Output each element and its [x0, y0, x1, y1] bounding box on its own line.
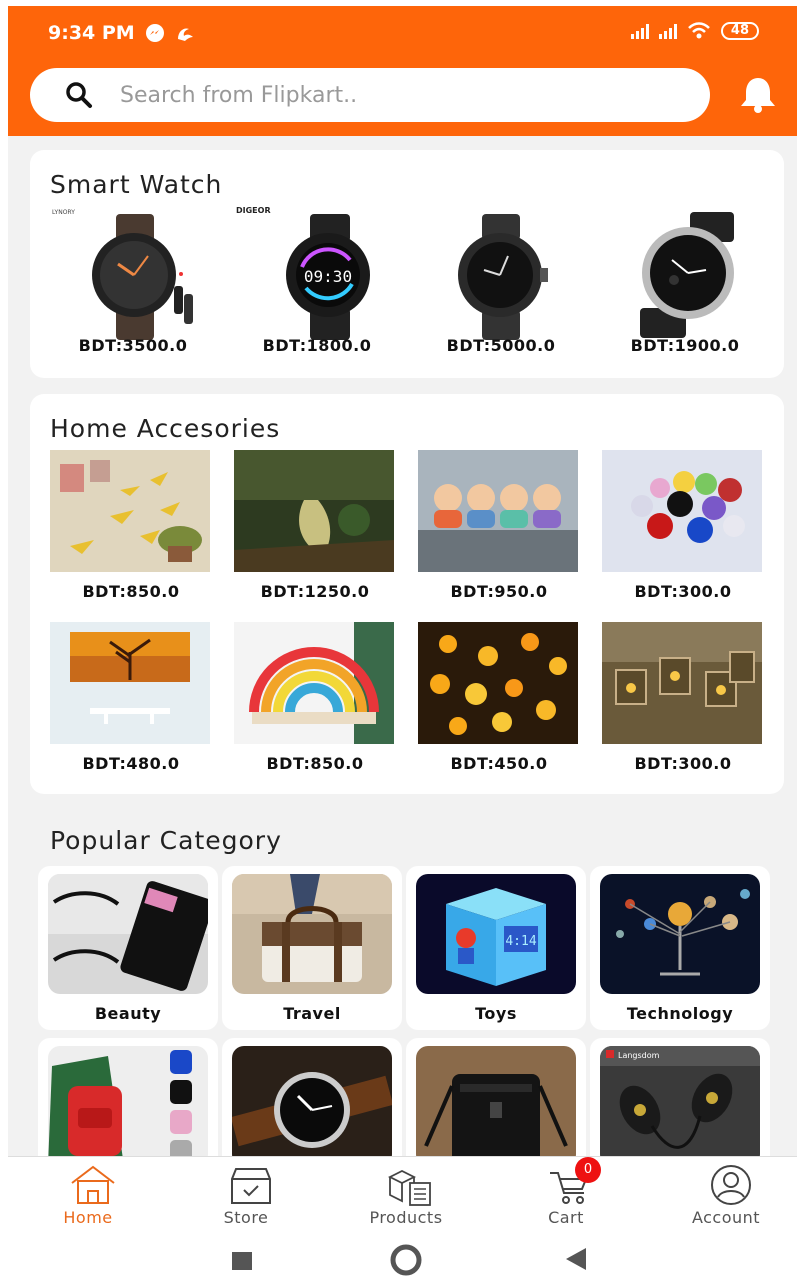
category-image	[48, 1046, 208, 1156]
signal-icon-2	[658, 23, 677, 39]
nav-item-cart[interactable]: 0 Cart	[506, 1157, 626, 1233]
status-time: 9:34 PM	[48, 22, 135, 44]
category-label: Toys	[475, 1004, 517, 1023]
category-card-travel[interactable]: Travel	[222, 866, 402, 1030]
uc-browser-icon	[177, 28, 193, 41]
category-card-technology[interactable]: Technology	[590, 866, 770, 1030]
system-navigation-bar	[8, 1232, 797, 1279]
search-bar[interactable]: Search from Flipkart..	[30, 68, 710, 122]
product-card-home-1[interactable]: BDT:850.0	[50, 450, 212, 601]
product-card-home-5[interactable]: BDT:480.0	[50, 622, 212, 773]
product-price: BDT:300.0	[634, 582, 732, 601]
nav-item-account[interactable]: Account	[666, 1157, 786, 1233]
smart-watch-section: Smart Watch LYNORY BDT:3500.0 DIGEOR 09:…	[30, 150, 784, 378]
category-card-earphones[interactable]: Langsdom	[590, 1038, 770, 1156]
cart-count-badge: 0	[575, 1157, 601, 1183]
signal-icon	[630, 23, 649, 39]
earphone-brand-label: Langsdom	[618, 1051, 660, 1060]
wifi-icon	[688, 22, 710, 39]
category-image	[232, 874, 392, 994]
status-bar-left: 9:34 PM	[48, 22, 197, 44]
product-card-home-3[interactable]: BDT:950.0	[418, 450, 580, 601]
product-card-home-6[interactable]: BDT:850.0	[234, 622, 396, 773]
products-icon	[387, 1169, 431, 1206]
product-price: BDT:1250.0	[260, 582, 370, 601]
product-price: BDT:1900.0	[630, 336, 740, 355]
store-box-icon	[231, 1168, 271, 1204]
home-content: Smart Watch LYNORY BDT:3500.0 DIGEOR 09:…	[8, 136, 797, 1156]
product-card-home-7[interactable]: BDT:450.0	[418, 622, 580, 773]
product-card-home-4[interactable]: BDT:300.0	[602, 450, 764, 601]
category-label: Beauty	[94, 1004, 162, 1023]
product-price: BDT:3500.0	[78, 336, 188, 355]
product-price: BDT:1800.0	[262, 336, 372, 355]
product-image	[50, 622, 210, 744]
product-card-watch-1[interactable]: LYNORY BDT:3500.0	[48, 206, 218, 366]
product-image	[602, 622, 762, 744]
account-icon	[711, 1165, 751, 1205]
product-price: BDT:850.0	[266, 754, 364, 773]
notification-bell-icon[interactable]	[736, 76, 780, 114]
nav-item-home[interactable]: Home	[28, 1157, 148, 1233]
home-icon	[71, 1165, 115, 1204]
home-accessories-section: Home Accesories BDT:850.0 BDT:1250.0 BDT…	[30, 394, 784, 794]
category-card-watches[interactable]	[222, 1038, 402, 1156]
nav-item-store[interactable]: Store	[186, 1157, 306, 1233]
product-image	[602, 450, 762, 572]
status-bar-right: 48	[630, 22, 759, 40]
category-label: Technology	[626, 1004, 734, 1023]
section-title-smart-watch: Smart Watch	[50, 170, 223, 199]
nav-label: Cart	[548, 1208, 584, 1227]
product-image-watch	[92, 214, 193, 340]
section-title-popular-category: Popular Category	[50, 826, 282, 855]
category-image	[600, 874, 760, 994]
product-price: BDT:300.0	[634, 754, 732, 773]
recent-apps-icon[interactable]	[230, 1250, 254, 1274]
product-card-home-8[interactable]: BDT:300.0	[602, 622, 764, 773]
nav-label: Home	[63, 1208, 113, 1227]
category-card-toys[interactable]: 4:14 Toys	[406, 866, 586, 1030]
nav-label: Store	[223, 1208, 269, 1227]
product-price: BDT:5000.0	[446, 336, 556, 355]
category-image	[48, 874, 208, 994]
battery-icon: 48	[720, 22, 759, 40]
bottom-navigation: Home Store Products 0 Cart Account	[8, 1156, 797, 1232]
category-image: 4:14	[416, 874, 576, 994]
category-image	[416, 1046, 576, 1156]
category-image	[232, 1046, 392, 1156]
nav-label: Account	[691, 1208, 761, 1227]
product-image	[418, 622, 578, 744]
product-card-home-2[interactable]: BDT:1250.0	[234, 450, 396, 601]
product-price: BDT:850.0	[82, 582, 180, 601]
product-image	[418, 450, 578, 572]
category-image: Langsdom	[600, 1046, 760, 1156]
product-card-watch-2[interactable]: DIGEOR 09:30 BDT:1800.0	[232, 206, 402, 366]
nav-label: Products	[369, 1208, 443, 1227]
back-icon[interactable]	[562, 1246, 590, 1274]
product-card-watch-3[interactable]: BDT:5000.0	[416, 206, 586, 366]
category-card-leather-bags[interactable]	[406, 1038, 586, 1156]
messenger-icon	[145, 24, 164, 42]
watch-face-time: 09:30	[304, 267, 352, 286]
product-price: BDT:480.0	[82, 754, 180, 773]
nav-item-products[interactable]: Products	[346, 1157, 466, 1233]
product-image-watch: 09:30	[286, 214, 370, 340]
product-card-watch-4[interactable]: BDT:1900.0	[600, 206, 770, 366]
product-image-watch	[458, 214, 548, 340]
product-image	[50, 450, 210, 572]
search-input[interactable]: Search from Flipkart..	[120, 83, 357, 108]
product-price: BDT:450.0	[450, 754, 548, 773]
category-card-bags[interactable]	[38, 1038, 218, 1156]
product-image	[234, 450, 394, 572]
section-title-home-accessories: Home Accesories	[50, 414, 281, 443]
toy-clock-time: 4:14	[505, 934, 536, 949]
product-image	[234, 622, 394, 744]
category-label: Travel	[283, 1004, 341, 1023]
home-circle-icon[interactable]	[388, 1242, 424, 1278]
search-icon	[66, 82, 92, 108]
category-card-beauty[interactable]: Beauty	[38, 866, 218, 1030]
product-price: BDT:950.0	[450, 582, 548, 601]
product-image-watch	[640, 212, 734, 338]
